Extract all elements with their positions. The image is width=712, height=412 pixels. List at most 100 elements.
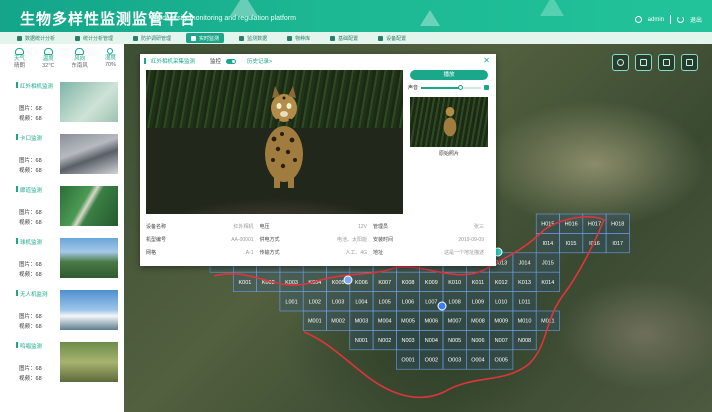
nav-icon [287, 35, 293, 41]
grid-cell[interactable]: K002 [256, 271, 281, 292]
layers-icon[interactable] [635, 54, 652, 71]
grid-cell[interactable]: M002 [326, 310, 351, 331]
grid-cell[interactable]: I014 [535, 233, 560, 254]
grid-cell[interactable]: L003 [326, 291, 351, 312]
grid-cell[interactable]: K013 [512, 271, 537, 292]
grid-cell[interactable]: N006 [465, 330, 490, 351]
map-icon[interactable] [658, 54, 675, 71]
grid-cell[interactable]: L005 [372, 291, 397, 312]
monitor-entry[interactable]: 鸣唱监测 图片：68 视频：68 [0, 342, 124, 394]
entry-accent [16, 290, 18, 296]
play-button[interactable]: 播放 [410, 70, 488, 80]
grid-cell[interactable]: O002 [419, 349, 444, 370]
entry-thumbnail[interactable] [60, 82, 118, 122]
grid-cell[interactable]: J015 [535, 252, 560, 273]
grid-cell[interactable]: K003 [279, 271, 304, 292]
grid-cell[interactable]: L002 [302, 291, 327, 312]
speaker-icon[interactable] [484, 85, 490, 90]
history-link[interactable]: 历史记录> [247, 57, 272, 65]
monitor-entry[interactable]: 卡口监测 图片：68 视频：68 [0, 134, 124, 186]
grid-cell-label: K012 [495, 280, 508, 286]
grid-cell[interactable]: O005 [489, 349, 514, 370]
grid-cell[interactable]: K011 [465, 271, 490, 292]
power-icon[interactable] [676, 16, 684, 23]
grid-cell-label: O004 [471, 358, 484, 364]
nav-item[interactable]: 实时监测 [186, 33, 225, 43]
grid-cell[interactable]: H018 [605, 213, 630, 234]
grid-cell[interactable]: I017 [605, 233, 630, 254]
grid-cell[interactable]: O001 [396, 349, 420, 370]
grid-cell[interactable]: M005 [396, 310, 420, 331]
grid-cell[interactable]: K012 [489, 271, 514, 292]
grid-cell[interactable]: K007 [372, 271, 397, 292]
monitor-entry[interactable]: 红外相机监测 图片：68 视频：68 [0, 82, 124, 134]
grid-cell[interactable]: K014 [535, 271, 560, 292]
grid-cell[interactable]: L008 [442, 291, 467, 312]
grid-cell[interactable]: K008 [396, 271, 420, 292]
volume-slider[interactable] [421, 84, 482, 90]
entry-thumbnail[interactable] [60, 342, 118, 382]
grid-cell[interactable]: N007 [489, 330, 514, 351]
grid-cell[interactable]: O003 [442, 349, 467, 370]
entry-thumbnail[interactable] [60, 134, 118, 174]
entry-title: 球机监测 [20, 240, 43, 246]
grid-cell[interactable]: L001 [279, 291, 304, 312]
grid-cell[interactable]: M009 [489, 310, 514, 331]
grid-cell[interactable]: L009 [465, 291, 490, 312]
grid-cell[interactable]: N005 [442, 330, 467, 351]
nav-item[interactable]: 数据统计分析 [12, 33, 60, 43]
grid-cell[interactable]: N002 [372, 330, 397, 351]
grid-cell[interactable]: M001 [302, 310, 327, 331]
grid-cell[interactable]: M004 [372, 310, 397, 331]
image-count: 图片：68 [19, 158, 42, 164]
monitor-entry[interactable]: 廊道监测 图片：68 视频：68 [0, 186, 124, 238]
grid-cell-label: O001 [401, 358, 414, 364]
grid-cell[interactable]: I015 [559, 233, 584, 254]
close-icon[interactable]: ✕ [483, 56, 490, 65]
grid-cell[interactable]: M003 [349, 310, 374, 331]
nav-item[interactable]: 设备配置 [373, 33, 411, 43]
nav-item[interactable]: 防护调研管理 [128, 33, 176, 43]
search-icon[interactable] [612, 54, 629, 71]
nav-item[interactable]: 基础配置 [325, 33, 363, 43]
weather-label: 天气 [14, 56, 26, 62]
grid-cell-label: M010 [518, 319, 532, 325]
original-photo-thumb[interactable] [410, 97, 488, 147]
monitor-entry[interactable]: 球机监测 图片：68 视频：68 [0, 238, 124, 290]
grid-cell[interactable]: J014 [512, 252, 537, 273]
header-decoration [420, 10, 440, 26]
entry-thumbnail[interactable] [60, 238, 118, 278]
grid-cell[interactable]: M010 [512, 310, 537, 331]
grid-cell[interactable]: M006 [419, 310, 444, 331]
device-marker[interactable] [343, 275, 353, 285]
entry-thumbnail[interactable] [60, 290, 118, 330]
nav-item[interactable]: 统计分析管理 [70, 33, 118, 43]
grid-cell[interactable]: L004 [349, 291, 374, 312]
grid-cell[interactable]: M008 [465, 310, 490, 331]
grid-cell[interactable]: N001 [349, 330, 374, 351]
grid-cell[interactable]: L010 [489, 291, 514, 312]
grid-cell[interactable]: L006 [396, 291, 420, 312]
grid-cell[interactable]: L011 [512, 291, 537, 312]
device-marker[interactable] [437, 301, 447, 311]
grid-cell[interactable]: N003 [396, 330, 420, 351]
grid-cell[interactable]: K009 [419, 271, 444, 292]
grid-cell[interactable]: N004 [419, 330, 444, 351]
monitor-toggle[interactable] [226, 58, 237, 64]
grid-cell-label: J015 [542, 261, 554, 267]
username[interactable]: admin [648, 17, 664, 23]
main-nav: 数据统计分析 统计分析管理 防护调研管理 实时监测 监测数据 物种库 基础配置 设备配置 [0, 32, 712, 44]
nav-item[interactable]: 监测数据 [234, 33, 272, 43]
popup-title: 红外相机采集监测 [151, 59, 196, 65]
logout-button[interactable]: 退出 [690, 15, 702, 24]
grid-cell[interactable]: N008 [512, 330, 537, 351]
info-key: 机型编号 [146, 237, 167, 243]
pin-icon[interactable] [681, 54, 698, 71]
grid-cell-label: L001 [285, 299, 297, 305]
grid-cell[interactable]: M007 [442, 310, 467, 331]
grid-cell[interactable]: O004 [465, 349, 490, 370]
grid-cell-label: L006 [402, 299, 414, 305]
entry-thumbnail[interactable] [60, 186, 118, 226]
monitor-entry[interactable]: 无人机监测 图片：68 视频：68 [0, 290, 124, 342]
nav-item[interactable]: 物种库 [282, 33, 315, 43]
